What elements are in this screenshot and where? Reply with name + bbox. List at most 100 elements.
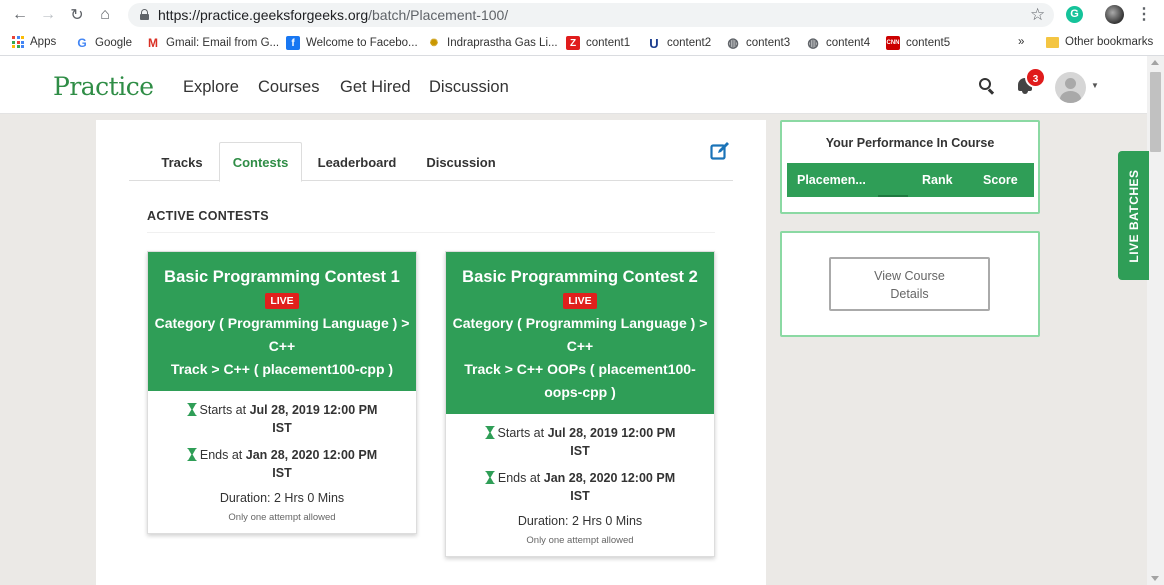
cnn-icon: CNN [886,36,900,50]
starts-value: Jul 28, 2019 12:00 PM [249,403,378,417]
live-batches-tab[interactable]: LIVE BATCHES [1118,151,1149,280]
contest-duration: Duration: 2 Hrs 0 Mins [517,514,643,528]
globe-icon: ◍ [727,35,739,50]
track-line: Track > C++ ( placement100-cpp ) [170,361,394,377]
bookmark-content2[interactable]: U content2 [647,36,711,51]
starts-timezone: IST [570,444,590,458]
ends-value: Jan 28, 2020 12:00 PM [245,448,378,462]
contest-title[interactable]: Basic Programming Contest 1 [148,266,416,288]
bookmark-label: Gmail: Email from G... [166,37,280,49]
url-host: https://practice.geeksforgeeks.org [158,7,369,23]
bookmark-google[interactable]: G Google [75,36,132,50]
performance-title: Your Performance In Course [825,136,995,150]
track-line: Track > C++ OOPs ( placement100- [464,361,696,377]
section-title: ACTIVE CONTESTS [147,209,269,223]
ends-timezone: IST [272,466,292,480]
rank-column-header[interactable]: Rank [922,173,953,187]
home-icon[interactable]: ⌂ [95,5,115,25]
scroll-down-arrow-icon[interactable] [1151,576,1159,581]
chrome-profile-avatar[interactable] [1105,5,1124,24]
tab-discussion[interactable]: Discussion [414,143,508,181]
hourglass-icon [485,426,495,439]
nav-courses[interactable]: Courses [258,78,319,97]
scroll-thumb[interactable] [1150,72,1161,152]
course-details-panel: View Course Details [780,231,1040,337]
user-avatar[interactable] [1055,72,1086,103]
score-column-header[interactable]: Score [983,173,1018,187]
contest-card[interactable]: Basic Programming Contest 1 LIVE Categor… [147,251,417,534]
ends-label: Ends at [199,448,243,462]
bookmark-content5[interactable]: CNN content5 [886,36,950,50]
grammarly-icon[interactable]: G [1066,6,1083,23]
bookmarks-overflow[interactable]: » [1018,36,1024,48]
bookmark-content4[interactable]: ◍ content4 [806,35,870,50]
ends-timezone: IST [570,489,590,503]
category-line: C++ [268,338,296,354]
bookmark-apps[interactable]: Apps [12,36,56,48]
forward-icon[interactable]: → [38,5,58,25]
hourglass-icon [485,471,495,484]
contest-track: Track > C++ ( placement100-cpp ) [148,358,416,381]
attempt-note: Only one attempt allowed [526,535,634,546]
starts-label: Starts at [497,426,545,440]
url-path: /batch/Placement-100/ [368,7,509,23]
starts-label: Starts at [199,403,247,417]
button-label-line: Details [890,287,929,301]
address-bar[interactable]: https://practice.geeksforgeeks.org/batch… [128,3,1054,27]
performance-table-header: Placemen... Rank Score [787,163,1034,197]
view-course-details-button[interactable]: View Course Details [829,257,990,311]
bookmark-igl[interactable]: ✺ Indraprastha Gas Li... [427,36,558,50]
performance-panel: Your Performance In Course Placemen... R… [780,120,1040,214]
live-badge: LIVE [265,293,299,309]
search-icon[interactable] [979,78,995,95]
starts-value: Jul 28, 2019 12:00 PM [547,426,676,440]
bookmark-label: content1 [586,37,631,49]
contest-card[interactable]: Basic Programming Contest 2 LIVE Categor… [445,251,715,557]
browser-toolbar: ← → ↻ ⌂ https://practice.geeksforgeeks.o… [0,0,1164,30]
url-text[interactable]: https://practice.geeksforgeeks.org/batch… [158,7,508,23]
contest-end: Ends at Jan 28, 2020 12:00 PM [454,469,706,487]
bookmark-facebook[interactable]: f Welcome to Facebo... [286,36,418,50]
contest-title[interactable]: Basic Programming Contest 2 [446,266,714,288]
course-column-header[interactable]: Placemen... [797,173,866,187]
gmail-icon: M [148,36,158,50]
page-scrollbar[interactable] [1147,56,1164,585]
ends-value: Jan 28, 2020 12:00 PM [543,471,676,485]
tab-contests[interactable]: Contests [219,142,302,182]
back-icon[interactable]: ← [10,5,30,25]
bookmark-gmail[interactable]: M Gmail: Email from G... [146,36,279,50]
scroll-up-arrow-icon[interactable] [1151,60,1159,65]
contest-category: Category ( Programming Language ) > C++ [446,312,714,358]
apps-grid-icon [12,36,24,48]
bookmark-label: Google [95,37,133,49]
practice-logo[interactable]: Practice [53,72,154,101]
attempt-note: Only one attempt allowed [228,512,336,523]
chevron-down-icon[interactable]: ▼ [1091,81,1099,90]
column-underline [878,195,908,197]
bookmark-label: content5 [906,37,951,49]
track-line: oops-cpp ) [544,384,616,400]
chrome-menu-icon[interactable]: ⋮ [1136,4,1152,24]
bookmark-star-icon[interactable]: ☆ [1030,5,1045,25]
hourglass-icon [187,448,197,461]
google-icon: G [77,36,87,50]
section-divider [147,232,715,233]
category-line: Category ( Programming Language ) > [154,315,410,331]
tab-leaderboard[interactable]: Leaderboard [305,143,409,181]
nav-explore[interactable]: Explore [183,78,239,97]
bookmarks-bar: Apps G Google M Gmail: Email from G... f… [0,30,1164,56]
other-bookmarks[interactable]: Other bookmarks [1046,36,1153,48]
nav-discussion[interactable]: Discussion [429,78,509,97]
hourglass-icon [187,403,197,416]
contest-category: Category ( Programming Language ) > C++ [148,312,416,358]
bookmark-content1[interactable]: Z content1 [566,36,630,50]
edit-icon[interactable] [710,141,730,161]
bookmark-label: Welcome to Facebo... [306,37,418,49]
category-line: C++ [566,338,594,354]
starts-timezone: IST [272,421,292,435]
contest-start: Starts at Jul 28, 2019 12:00 PM [156,401,408,419]
reload-icon[interactable]: ↻ [67,5,87,25]
bookmark-content3[interactable]: ◍ content3 [726,35,790,50]
nav-get-hired[interactable]: Get Hired [340,78,411,97]
contest-details: Starts at Jul 28, 2019 12:00 PM IST Ends… [446,414,714,556]
